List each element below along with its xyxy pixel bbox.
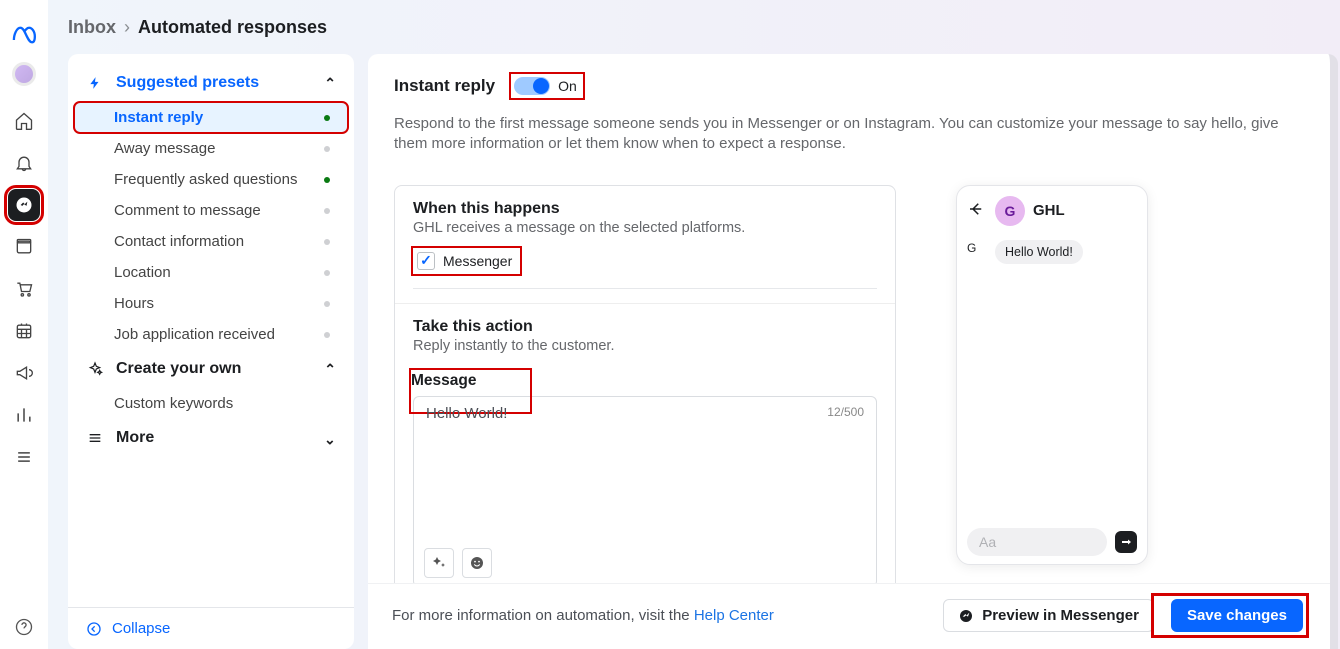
instant-reply-toggle[interactable]: On xyxy=(511,74,583,98)
preset-away-message[interactable]: Away message xyxy=(74,133,348,164)
message-label: Message xyxy=(411,372,476,390)
preview-send-icon xyxy=(1115,531,1137,553)
toggle-label: On xyxy=(558,78,577,94)
preset-comment-to-message[interactable]: Comment to message xyxy=(74,195,348,226)
page-description: Respond to the first message someone sen… xyxy=(394,114,1304,155)
messenger-icon xyxy=(958,608,974,624)
nav-cart-icon[interactable] xyxy=(8,273,40,305)
collapse-icon xyxy=(86,621,102,637)
preview-input: Aa xyxy=(967,528,1107,556)
preset-label: Custom keywords xyxy=(114,395,330,412)
nav-home-icon[interactable] xyxy=(8,105,40,137)
save-changes-button[interactable]: Save changes xyxy=(1171,599,1303,632)
left-rail xyxy=(0,0,48,649)
back-icon[interactable] xyxy=(967,200,987,221)
config-card: When this happens GHL receives a message… xyxy=(394,185,896,584)
preset-hours[interactable]: Hours xyxy=(74,288,348,319)
main-panel: Instant reply On Respond to the first me… xyxy=(368,54,1338,649)
nav-help-icon[interactable] xyxy=(12,615,36,639)
when-subtitle: GHL receives a message on the selected p… xyxy=(413,220,877,236)
message-preview: G GHL G Hello World! Aa xyxy=(956,185,1148,565)
nav-bell-icon[interactable] xyxy=(8,147,40,179)
chevron-up-icon: ⌃ xyxy=(324,361,336,378)
preset-instant-reply[interactable]: Instant reply xyxy=(74,102,348,133)
collapse-label: Collapse xyxy=(112,620,170,637)
nav-menu-icon[interactable] xyxy=(8,441,40,473)
breadcrumb-current: Automated responses xyxy=(138,17,327,38)
preset-custom-keywords[interactable]: Custom keywords xyxy=(74,388,348,419)
checkbox-icon: ✓ xyxy=(417,252,435,270)
nav-ads-icon[interactable] xyxy=(8,357,40,389)
preview-account-name: GHL xyxy=(1033,202,1065,219)
button-label: Preview in Messenger xyxy=(982,607,1139,624)
preset-contact-info[interactable]: Contact information xyxy=(74,226,348,257)
status-dot xyxy=(324,270,330,276)
toggle-switch[interactable] xyxy=(514,77,550,95)
status-dot xyxy=(324,301,330,307)
section-suggested-presets[interactable]: Suggested presets ⌃ xyxy=(68,64,354,102)
preset-label: Job application received xyxy=(114,326,324,343)
preset-label: Hours xyxy=(114,295,324,312)
status-dot xyxy=(324,177,330,183)
status-dot xyxy=(324,115,330,121)
message-value: Hello World! xyxy=(426,405,827,422)
help-center-link[interactable]: Help Center xyxy=(694,607,774,624)
preview-in-messenger-button[interactable]: Preview in Messenger xyxy=(943,599,1154,632)
nav-posts-icon[interactable] xyxy=(8,231,40,263)
preset-label: Instant reply xyxy=(114,109,324,126)
meta-logo[interactable] xyxy=(11,22,37,48)
chevron-down-icon: ⌃ xyxy=(324,430,336,447)
platform-messenger-checkbox[interactable]: ✓ Messenger xyxy=(413,248,520,274)
preset-faq[interactable]: Frequently asked questions xyxy=(74,164,348,195)
personalize-button[interactable] xyxy=(424,548,454,578)
sparkle-icon xyxy=(86,361,104,377)
breadcrumb: Inbox › Automated responses xyxy=(48,0,1340,54)
preset-label: Contact information xyxy=(114,233,324,250)
preset-label: Comment to message xyxy=(114,202,324,219)
status-dot xyxy=(324,208,330,214)
preview-bubble: Hello World! xyxy=(995,240,1083,264)
automation-sidebar: Suggested presets ⌃ Instant reply Away m… xyxy=(68,54,354,649)
status-dot xyxy=(324,239,330,245)
section-label: Create your own xyxy=(116,360,312,378)
account-avatar[interactable] xyxy=(12,62,36,86)
emoji-button[interactable] xyxy=(462,548,492,578)
section-label: Suggested presets xyxy=(116,74,312,92)
nav-calendar-icon[interactable] xyxy=(8,315,40,347)
action-title: Take this action xyxy=(413,318,877,336)
nav-insights-icon[interactable] xyxy=(8,399,40,431)
checkbox-label: Messenger xyxy=(443,253,512,269)
preset-job-application[interactable]: Job application received xyxy=(74,319,348,350)
when-title: When this happens xyxy=(413,200,877,218)
breadcrumb-inbox[interactable]: Inbox xyxy=(68,17,116,38)
collapse-button[interactable]: Collapse xyxy=(68,607,354,649)
chevron-up-icon: ⌃ xyxy=(324,75,336,92)
action-subtitle: Reply instantly to the customer. xyxy=(413,338,877,354)
preview-msg-avatar: G xyxy=(967,241,989,263)
footer-text: For more information on automation, visi… xyxy=(392,607,774,624)
status-dot xyxy=(324,146,330,152)
preset-label: Away message xyxy=(114,140,324,157)
menu-icon xyxy=(86,430,104,446)
section-create-your-own[interactable]: Create your own ⌃ xyxy=(68,350,354,388)
preset-label: Location xyxy=(114,264,324,281)
lightning-icon xyxy=(86,76,104,90)
status-dot xyxy=(324,332,330,338)
preset-location[interactable]: Location xyxy=(74,257,348,288)
chevron-right-icon: › xyxy=(124,17,130,38)
char-counter: 12/500 xyxy=(827,405,864,422)
nav-inbox-icon[interactable] xyxy=(8,189,40,221)
section-more[interactable]: More ⌃ xyxy=(68,419,354,457)
page-title: Instant reply xyxy=(394,76,495,96)
message-textarea[interactable]: Hello World! 12/500 xyxy=(413,396,877,584)
preset-label: Frequently asked questions xyxy=(114,171,324,188)
preview-avatar: G xyxy=(995,196,1025,226)
section-label: More xyxy=(116,429,312,447)
